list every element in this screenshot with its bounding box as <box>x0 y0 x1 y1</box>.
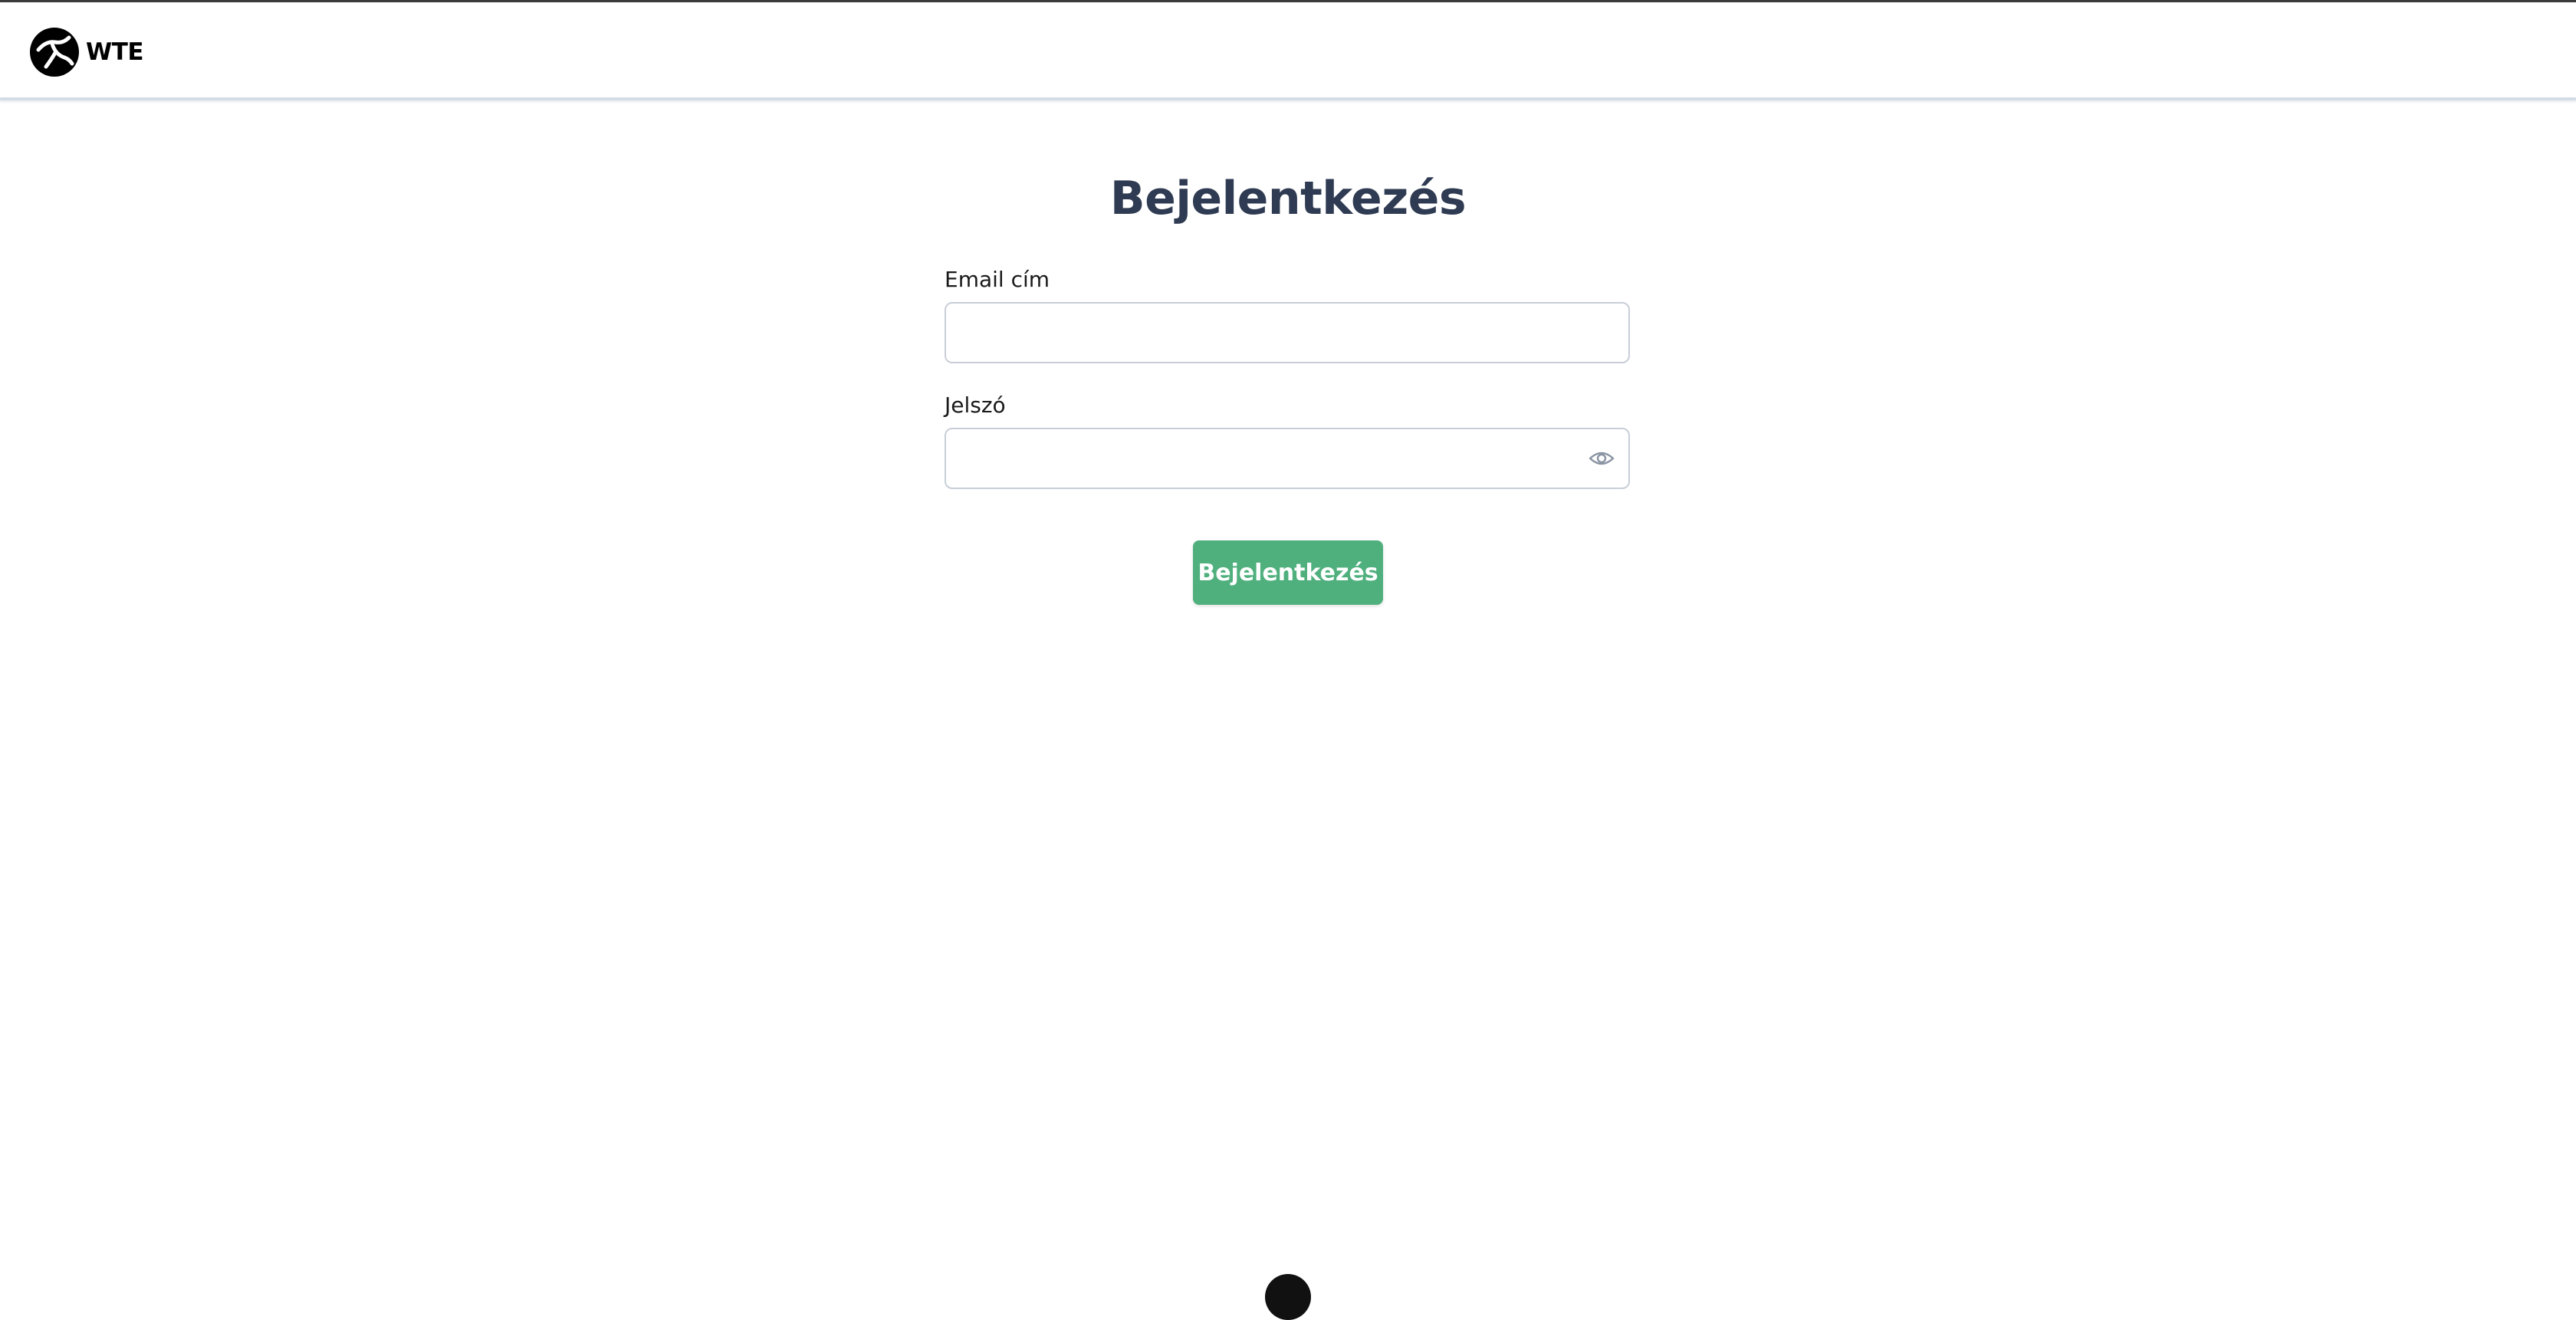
password-field[interactable] <box>945 428 1630 489</box>
brand-logo[interactable]: WTE <box>29 27 144 77</box>
email-label: Email cím <box>945 267 1050 292</box>
login-button[interactable]: Bejelentkezés <box>1193 540 1383 605</box>
top-navbar: WTE <box>0 2 2576 100</box>
brand-name: WTE <box>86 38 144 66</box>
page-title: Bejelentkezés <box>1109 172 1467 225</box>
password-field-wrapper <box>945 428 1630 489</box>
footer-logo-icon <box>1265 1274 1311 1320</box>
password-label: Jelszó <box>945 392 1006 418</box>
wte-logo-icon <box>30 28 79 77</box>
email-field[interactable] <box>945 302 1630 363</box>
eye-icon[interactable] <box>1589 446 1615 471</box>
